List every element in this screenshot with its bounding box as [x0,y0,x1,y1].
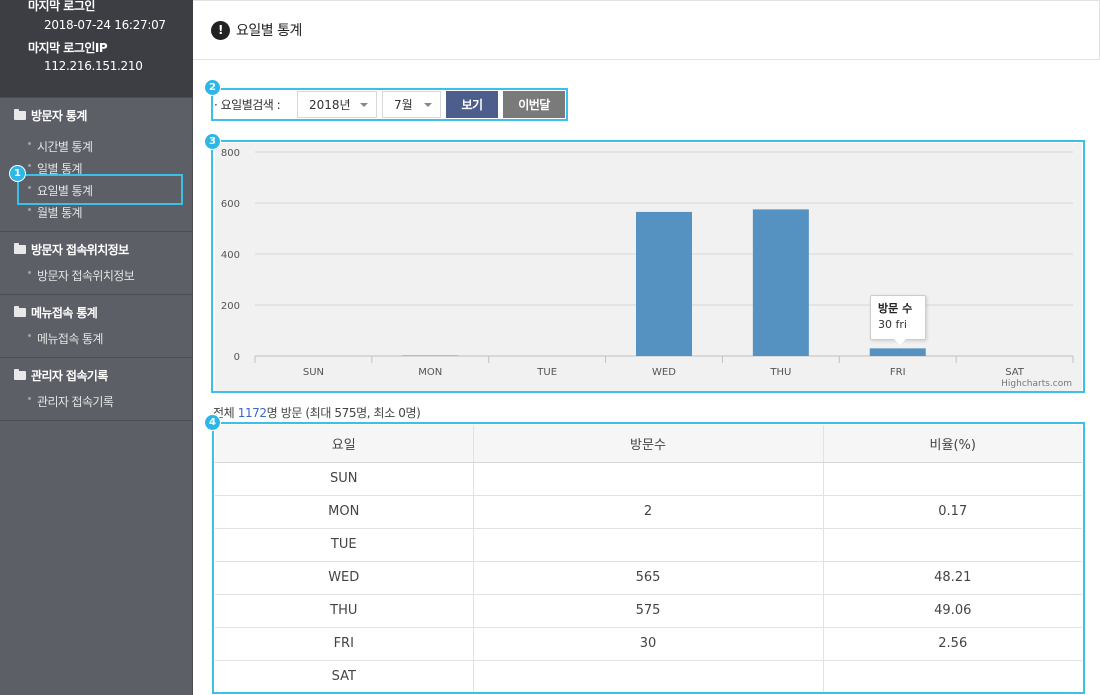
last-ip-label: 마지막 로그인IP [28,41,108,55]
sidebar-item-admin-log[interactable]: 관리자 접속기록 [28,393,114,410]
step-badge-4: 4 [204,414,221,431]
view-button[interactable]: 보기 [446,91,498,118]
chevron-down-icon [360,103,368,107]
folder-icon [14,306,26,317]
sidebar-item-hourly[interactable]: 시간별 통계 [28,138,93,155]
menu-group-menu-access: 메뉴접속 통계 메뉴접속 통계 [0,294,193,357]
menu-group-visitor-stats: 방문자 통계 시간별 통계 일별 통계 요일별 통계 월별 통계 [0,97,193,231]
menu-group-header[interactable]: 관리자 접속기록 [14,367,108,384]
last-login-value: 2018-07-24 16:27:07 [44,18,166,32]
menu-group-header[interactable]: 방문자 통계 [14,107,87,124]
step-badge-1: 1 [9,165,26,182]
menu-group-location: 방문자 접속위치정보 방문자 접속위치정보 [0,231,193,294]
total-visits: 1172 [237,406,267,420]
chevron-down-icon [424,103,432,107]
highlight-box-4 [212,422,1085,694]
sidebar-item-menu-access[interactable]: 메뉴접속 통계 [28,330,103,347]
sidebar-item-location[interactable]: 방문자 접속위치정보 [28,267,135,284]
highlight-box-1 [17,174,183,205]
sidebar-item-monthly[interactable]: 월별 통계 [28,204,83,221]
search-label: · 요일별검색 : [214,98,281,112]
alert-icon: ! [211,20,230,40]
chart-tooltip: 방문 수 30 fri [870,295,926,345]
tooltip-title: 방문 수 [878,302,913,315]
last-login-label: 마지막 로그인 [28,0,95,13]
menu-group-header[interactable]: 메뉴접속 통계 [14,304,98,321]
page-header [193,0,1100,60]
menu-group-header[interactable]: 방문자 접속위치정보 [14,241,129,258]
step-badge-3: 3 [204,133,221,150]
menu-group-admin-log: 관리자 접속기록 관리자 접속기록 [0,357,193,421]
folder-icon [14,369,26,380]
login-info: 마지막 로그인 2018-07-24 16:27:07 마지막 로그인IP 11… [0,0,193,97]
folder-icon [14,243,26,254]
last-ip-value: 112.216.151.210 [44,59,143,73]
this-month-button[interactable]: 이번달 [503,91,565,118]
month-select[interactable]: 7월 [382,91,441,118]
step-badge-2: 2 [204,79,221,96]
visit-summary: 전체 1172명 방문 (최대 575명, 최소 0명) [213,406,421,420]
page-title-text: 요일별 통계 [236,23,302,39]
year-select[interactable]: 2018년 [297,91,377,118]
tooltip-value: 30 fri [878,318,907,331]
folder-icon [14,109,26,120]
highlight-box-3 [211,140,1085,393]
page-title: ! 요일별 통계 [211,20,302,40]
sidebar: 마지막 로그인 2018-07-24 16:27:07 마지막 로그인IP 11… [0,0,193,695]
